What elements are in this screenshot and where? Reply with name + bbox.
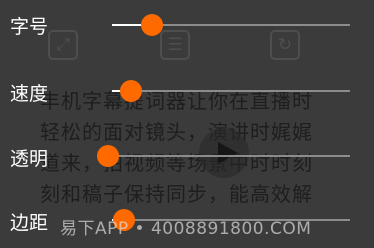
slider-thumb[interactable] (97, 145, 119, 167)
watermark-text: 易下APP • 4008891800.COM (60, 219, 312, 239)
font-size-slider[interactable] (112, 14, 350, 36)
teleprompter-line: 刻和稿子保持同步，能高效解 (40, 182, 313, 206)
play-icon (199, 128, 249, 178)
slider-thumb[interactable] (120, 80, 143, 102)
list-icon: ☰ (160, 30, 190, 60)
expand-icon: ⤢ (48, 30, 78, 60)
font-size-label: 字号 (10, 16, 49, 38)
speed-label: 速度 (10, 83, 49, 105)
refresh-icon: ↻ (270, 30, 300, 60)
opacity-slider[interactable] (97, 145, 350, 167)
opacity-label: 透明 (10, 148, 49, 170)
margin-label: 边距 (10, 212, 49, 234)
speed-slider[interactable] (112, 80, 350, 102)
